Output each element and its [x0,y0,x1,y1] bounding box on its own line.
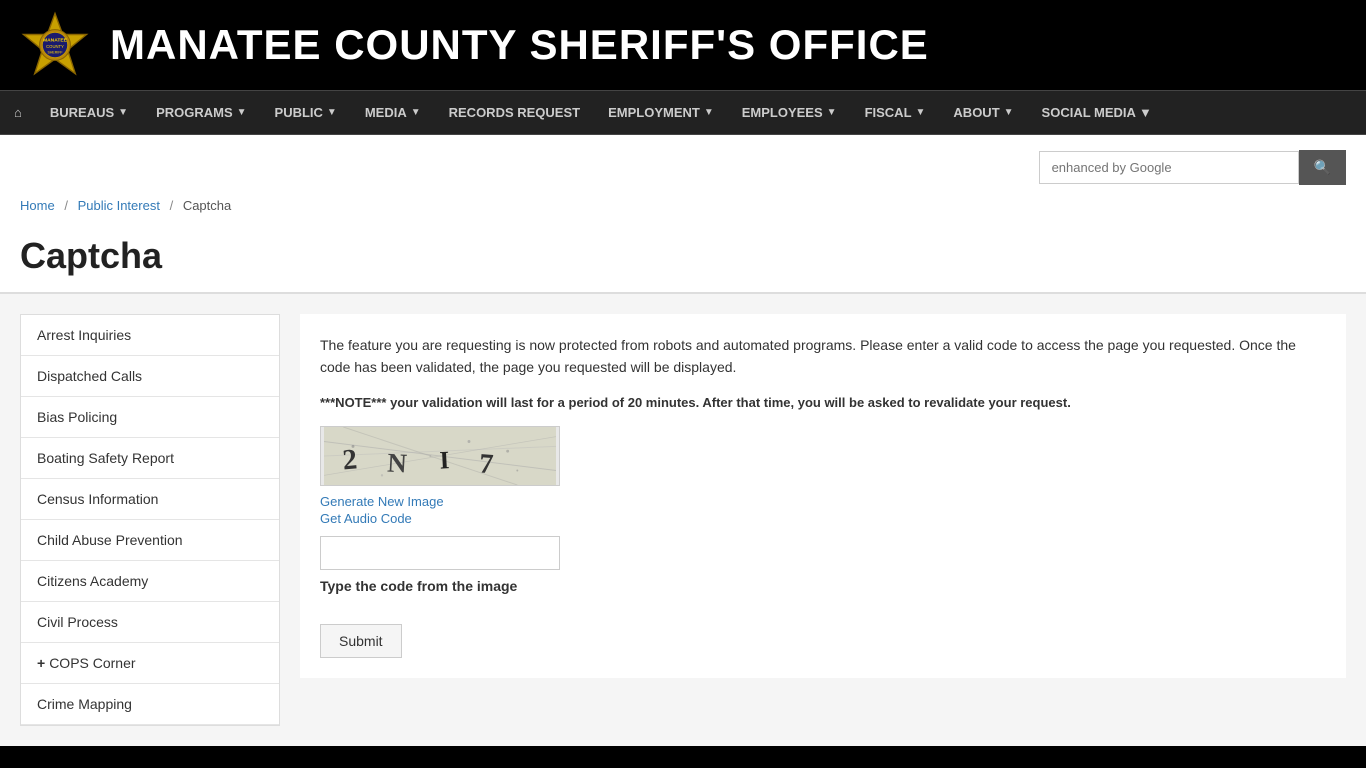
sidebar-item-citizens[interactable]: Citizens Academy [21,561,279,602]
nav-fiscal[interactable]: FISCAL ▼ [851,91,940,134]
main-nav: ⌂ BUREAUS ▼ PROGRAMS ▼ PUBLIC ▼ MEDIA ▼ … [0,90,1366,135]
media-arrow: ▼ [411,107,421,118]
nav-programs[interactable]: PROGRAMS ▼ [142,91,260,134]
search-input[interactable] [1039,151,1299,184]
programs-arrow: ▼ [237,107,247,118]
content-wrapper: 🔍 Home / Public Interest / Captcha Captc… [0,135,1366,746]
captcha-input-label: Type the code from the image [320,578,1326,594]
nav-records[interactable]: RECORDS REQUEST [435,91,594,134]
svg-text:MANATEE: MANATEE [43,38,68,44]
svg-text:I: I [439,447,450,474]
logo-badge: MANATEE COUNTY SHERIFF [20,10,90,80]
page-title: Captcha [20,235,1346,277]
captcha-content: The feature you are requesting is now pr… [300,314,1346,678]
sidebar-item-census[interactable]: Census Information [21,479,279,520]
generate-new-image-link[interactable]: Generate New Image [320,494,1326,509]
site-title: MANATEE COUNTY SHERIFF'S OFFICE [110,21,929,69]
site-header: MANATEE COUNTY SHERIFF MANATEE COUNTY SH… [0,0,1366,90]
captcha-note: ***NOTE*** your validation will last for… [320,393,1326,413]
nav-home[interactable]: ⌂ [0,91,36,134]
svg-text:SHERIFF: SHERIFF [48,50,63,54]
sidebar-item-boating[interactable]: Boating Safety Report [21,438,279,479]
captcha-description: The feature you are requesting is now pr… [320,334,1326,379]
plus-icon: + [37,655,45,671]
nav-employment[interactable]: EMPLOYMENT ▼ [594,91,728,134]
breadcrumb-sep-1: / [64,198,68,213]
captcha-image: 2 N I 7 [320,426,560,486]
about-arrow: ▼ [1004,107,1014,118]
search-container: 🔍 [1039,150,1346,185]
nav-social[interactable]: Social Media ▼ [1028,91,1166,134]
sidebar-item-bias[interactable]: Bias Policing [21,397,279,438]
search-bar-row: 🔍 [0,135,1366,190]
home-icon: ⌂ [14,105,22,120]
sidebar-item-civil[interactable]: Civil Process [21,602,279,643]
get-audio-code-link[interactable]: Get Audio Code [320,511,1326,526]
breadcrumb-sep-2: / [170,198,174,213]
nav-about[interactable]: ABOUT ▼ [939,91,1027,134]
breadcrumb-home[interactable]: Home [20,198,55,213]
nav-public[interactable]: PUBLIC ▼ [261,91,351,134]
sidebar-item-cops[interactable]: +COPS Corner [21,643,279,684]
page-title-section: Captcha [0,225,1366,294]
nav-media[interactable]: MEDIA ▼ [351,91,435,134]
fiscal-arrow: ▼ [916,107,926,118]
captcha-code-input[interactable] [320,536,560,570]
bureaus-arrow: ▼ [118,107,128,118]
breadcrumb-section[interactable]: Public Interest [78,198,160,213]
breadcrumb: Home / Public Interest / Captcha [0,190,1366,225]
sidebar-item-dispatched[interactable]: Dispatched Calls [21,356,279,397]
nav-bureaus[interactable]: BUREAUS ▼ [36,91,142,134]
captcha-image-container: 2 N I 7 [320,426,1326,486]
main-layout: Arrest Inquiries Dispatched Calls Bias P… [0,294,1366,746]
breadcrumb-current: Captcha [183,198,231,213]
public-arrow: ▼ [327,107,337,118]
nav-employees[interactable]: EMPLOYEES ▼ [728,91,851,134]
employees-arrow: ▼ [827,107,837,118]
submit-button[interactable]: Submit [320,624,402,658]
svg-text:2: 2 [341,444,358,477]
sidebar-item-child-abuse[interactable]: Child Abuse Prevention [21,520,279,561]
svg-text:7: 7 [478,449,494,481]
sidebar-item-arrest[interactable]: Arrest Inquiries [21,315,279,356]
search-button[interactable]: 🔍 [1299,150,1346,185]
svg-text:COUNTY: COUNTY [46,44,64,49]
employment-arrow: ▼ [704,107,714,118]
sidebar: Arrest Inquiries Dispatched Calls Bias P… [20,314,280,726]
svg-text:N: N [387,448,409,479]
sidebar-item-crime[interactable]: Crime Mapping [21,684,279,725]
